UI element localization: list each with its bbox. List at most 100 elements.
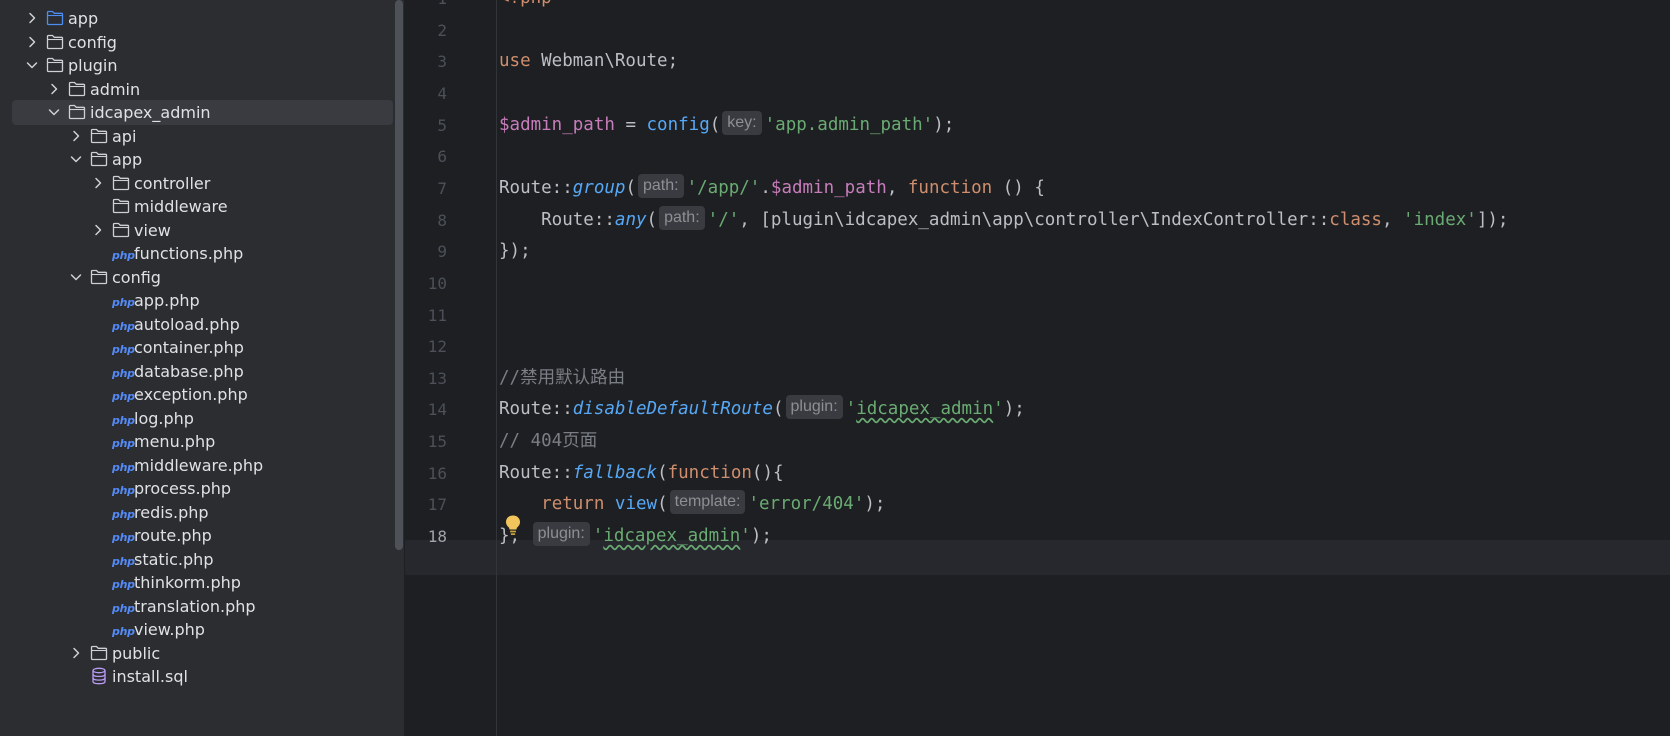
code-line[interactable]: // 404页面 <box>499 425 597 458</box>
code-line[interactable]: //禁用默认路由 <box>499 362 625 395</box>
tree-item-controller[interactable]: controller <box>0 171 393 196</box>
chevron-right-icon[interactable] <box>92 224 104 236</box>
tree-item-container-php[interactable]: php container.php <box>0 335 393 360</box>
code-line[interactable]: Route::group(path: '/app/'.$admin_path, f… <box>499 172 1045 205</box>
tree-item-config[interactable]: config <box>0 30 393 55</box>
line-number[interactable]: 12 <box>405 330 447 363</box>
tree-item-label: route.php <box>134 526 212 545</box>
tree-item-exception-php[interactable]: php exception.php <box>0 382 393 407</box>
tree-item-label: install.sql <box>112 667 188 686</box>
code-line[interactable]: $admin_path = config(key:'app.admin_path… <box>499 109 954 142</box>
tree-item-app-php[interactable]: php app.php <box>0 288 393 313</box>
tree-item-thinkorm-php[interactable]: php thinkorm.php <box>0 570 393 595</box>
code-line[interactable]: Route::any(path: '/', [plugin\idcapex_adm… <box>499 204 1508 237</box>
chevron-down-icon[interactable] <box>70 153 82 165</box>
code-token: // 404页面 <box>499 431 598 452</box>
tree-item-admin[interactable]: admin <box>0 77 393 102</box>
code-line[interactable]: <?php <box>499 0 552 15</box>
code-token: ); <box>864 494 886 515</box>
tree-item-config[interactable]: config <box>0 265 393 290</box>
code-token: class <box>1329 209 1382 230</box>
chevron-down-icon[interactable] <box>26 59 38 71</box>
code-line[interactable]: Route::fallback(function(){ <box>499 457 784 490</box>
code-token: ]); <box>1476 209 1509 230</box>
chevron-right-icon[interactable] <box>48 83 60 95</box>
tree-item-menu-php[interactable]: php menu.php <box>0 429 393 454</box>
folder-icon <box>112 198 130 214</box>
tree-item-functions-php[interactable]: php functions.php <box>0 241 393 266</box>
code-token: //禁用默认路由 <box>499 367 626 388</box>
tree-item-label: view <box>134 220 171 240</box>
chevron-right-icon[interactable] <box>70 130 82 142</box>
code-token: ' <box>592 526 604 547</box>
line-number[interactable]: 11 <box>405 299 447 332</box>
tree-item-view[interactable]: view <box>0 218 393 243</box>
code-line[interactable]: }); <box>499 235 531 268</box>
tree-item-app[interactable]: app <box>0 6 393 31</box>
tree-item-redis-php[interactable]: php redis.php <box>0 500 393 525</box>
tree-item-label: idcapex_admin <box>90 103 211 122</box>
chevron-right-icon[interactable] <box>26 36 38 48</box>
tree-item-autoload-php[interactable]: php autoload.php <box>0 312 393 337</box>
lightbulb-icon[interactable] <box>504 514 522 536</box>
line-number[interactable]: 7 <box>405 172 447 205</box>
chevron-right-icon[interactable] <box>26 12 38 24</box>
project-tree[interactable]: app config plugin admin idcapex_admin api app c… <box>0 0 393 736</box>
line-number[interactable]: 10 <box>405 267 447 300</box>
line-number[interactable]: 16 <box>405 457 447 490</box>
tree-item-plugin[interactable]: plugin <box>0 53 393 78</box>
tree-item-app[interactable]: app <box>0 147 393 172</box>
tree-item-label: app <box>112 150 143 169</box>
chevron-down-icon[interactable] <box>48 106 60 118</box>
line-number[interactable]: 6 <box>405 140 447 173</box>
tree-item-label: admin <box>90 79 141 99</box>
code-line[interactable]: }, plugin:'idcapex_admin'); <box>499 520 772 553</box>
line-number[interactable]: 17 <box>405 488 447 521</box>
code-token: Route:: <box>499 177 573 198</box>
chevron-right-icon[interactable] <box>92 177 104 189</box>
code-token: ' <box>740 526 751 547</box>
folder-icon <box>112 175 130 191</box>
line-number[interactable]: 13 <box>405 362 447 395</box>
tree-item-install-sql[interactable]: install.sql <box>0 664 393 689</box>
tree-item-label: plugin <box>68 56 118 75</box>
code-token: view <box>614 494 658 515</box>
tree-item-translation-php[interactable]: php translation.php <box>0 594 393 619</box>
line-number[interactable]: 4 <box>405 77 447 110</box>
chevron-right-icon[interactable] <box>70 647 82 659</box>
code-line[interactable]: Route::disableDefaultRoute(plugin:'idcap… <box>499 393 1025 426</box>
tree-item-label: app.php <box>134 291 200 310</box>
tree-item-log-php[interactable]: php log.php <box>0 406 393 431</box>
code-token: use <box>499 51 531 72</box>
code-token: idcapex_admin <box>603 526 741 547</box>
tree-item-view-php[interactable]: php view.php <box>0 617 393 642</box>
tree-item-label: api <box>112 126 137 146</box>
code-line[interactable]: return view(template:'error/404'); <box>499 488 885 521</box>
tree-item-idcapex-admin[interactable]: idcapex_admin <box>0 100 393 125</box>
line-number[interactable]: 5 <box>405 109 447 142</box>
code-token: function <box>667 462 752 483</box>
tree-item-process-php[interactable]: php process.php <box>0 476 393 501</box>
line-number[interactable]: 14 <box>405 393 447 426</box>
scrollbar-thumb[interactable] <box>395 0 403 550</box>
line-number[interactable]: 8 <box>405 204 447 237</box>
chevron-down-icon[interactable] <box>70 271 82 283</box>
tree-item-middleware[interactable]: middleware <box>0 194 393 219</box>
line-number[interactable]: 18 <box>405 520 447 553</box>
line-number[interactable]: 15 <box>405 425 447 458</box>
code-line[interactable]: use Webman\Route; <box>499 45 678 78</box>
code-token: Route:: <box>499 209 615 230</box>
tree-item-public[interactable]: public <box>0 641 393 666</box>
tree-item-static-php[interactable]: php static.php <box>0 547 393 572</box>
tree-item-route-php[interactable]: php route.php <box>0 523 393 548</box>
tree-item-database-php[interactable]: php database.php <box>0 359 393 384</box>
tree-item-middleware-php[interactable]: php middleware.php <box>0 453 393 478</box>
project-tree-scrollbar[interactable] <box>393 0 405 736</box>
tree-item-api[interactable]: api <box>0 124 393 149</box>
code-token: ' <box>993 399 1004 420</box>
line-number[interactable]: 3 <box>405 45 447 78</box>
line-number[interactable]: 9 <box>405 235 447 268</box>
line-number[interactable]: 2 <box>405 14 447 47</box>
tree-item-label: middleware <box>134 197 228 216</box>
